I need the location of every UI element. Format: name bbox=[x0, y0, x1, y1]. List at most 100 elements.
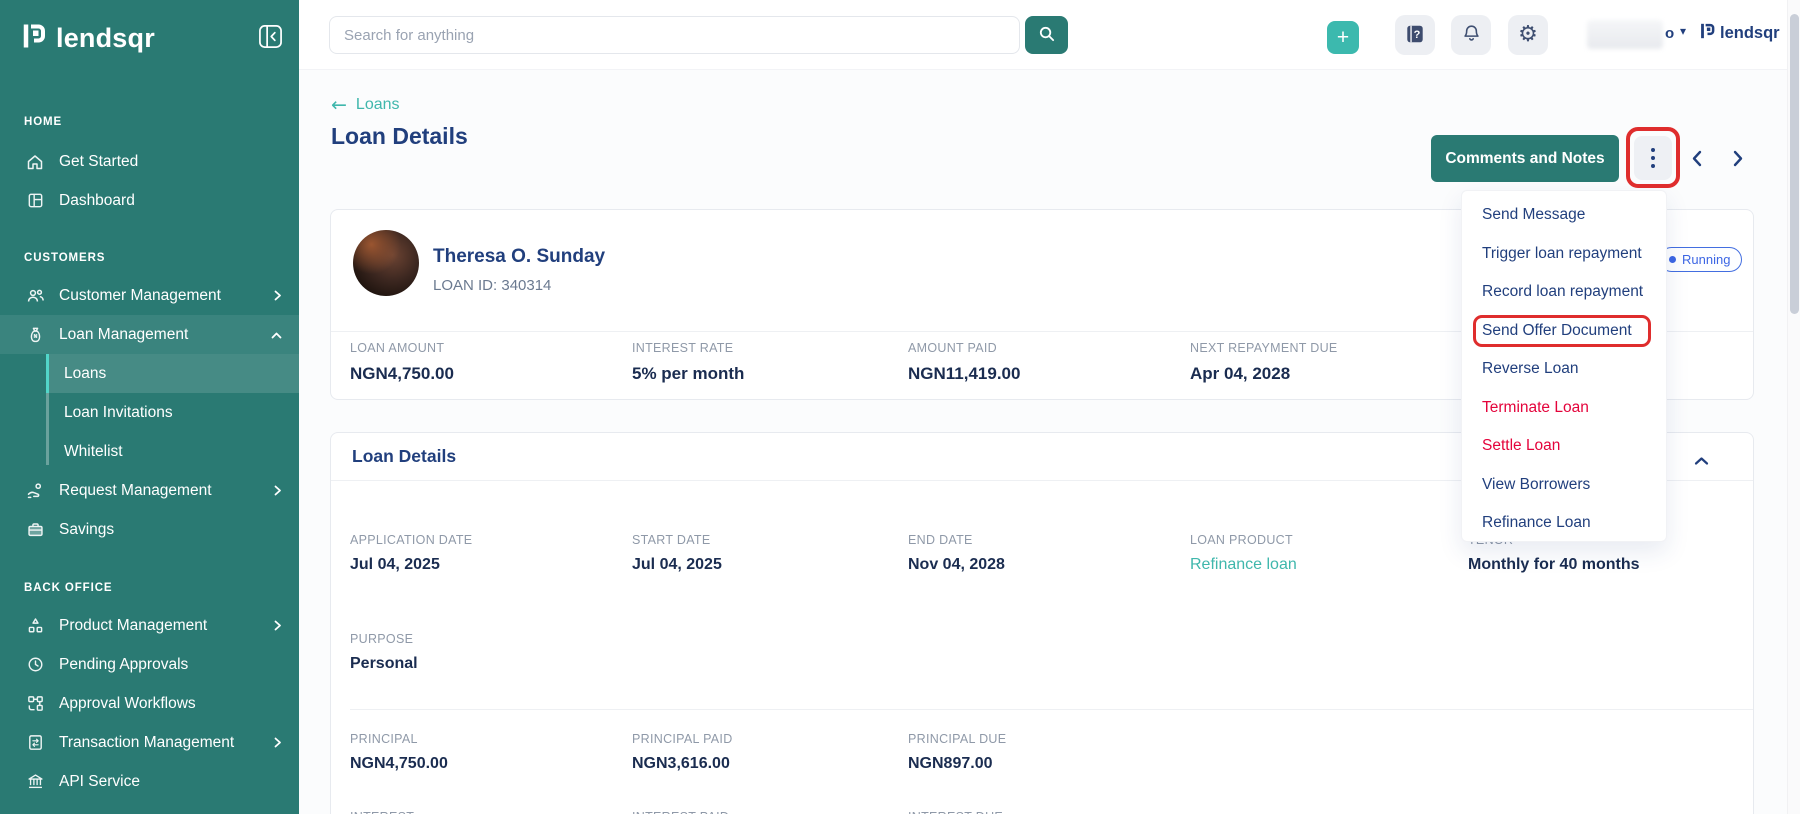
sidebar-collapse-icon[interactable] bbox=[258, 24, 283, 54]
sidebar-subitem-whitelist[interactable]: Whitelist bbox=[0, 432, 299, 471]
product-cluster-icon bbox=[24, 616, 46, 635]
vertical-scrollbar[interactable] bbox=[1787, 0, 1800, 814]
client-avatar bbox=[353, 230, 419, 296]
sidebar-item-loan-management[interactable]: Loan Management bbox=[0, 315, 299, 354]
breadcrumb-label: Loans bbox=[356, 96, 400, 114]
main-content: ← Loans Loan Details Comments and Notes … bbox=[299, 70, 1800, 814]
gear-icon: ⚙ bbox=[1518, 24, 1538, 46]
sidebar-item-label: Loan Management bbox=[59, 326, 188, 344]
user-menu-caret-icon[interactable]: ▾ bbox=[1680, 24, 1686, 38]
sidebar-item-pending-approvals[interactable]: Pending Approvals bbox=[0, 645, 299, 684]
scrollbar-thumb[interactable] bbox=[1790, 14, 1799, 314]
field-start-date: START DATE Jul 04, 2025 bbox=[632, 533, 908, 574]
status-dot-icon bbox=[1669, 256, 1676, 263]
search-button[interactable] bbox=[1025, 16, 1068, 54]
field-row: PURPOSE Personal bbox=[350, 632, 1753, 673]
menu-item-view-borrowers[interactable]: View Borrowers bbox=[1462, 466, 1666, 505]
stat-amount-paid: AMOUNT PAID NGN11,419.00 bbox=[908, 341, 1190, 384]
field-interest: INTEREST bbox=[350, 810, 632, 814]
loan-product-link[interactable]: Refinance loan bbox=[1190, 556, 1468, 574]
sidebar-item-label: Loan Invitations bbox=[64, 404, 173, 422]
transaction-doc-icon bbox=[24, 733, 46, 752]
sidebar-item-savings[interactable]: Savings bbox=[0, 510, 299, 549]
next-loan-chevron[interactable] bbox=[1730, 149, 1746, 173]
user-name-redacted[interactable] bbox=[1587, 20, 1663, 49]
chevron-right-icon bbox=[272, 619, 283, 637]
menu-item-send-offer-document[interactable]: Send Offer Document bbox=[1462, 312, 1666, 351]
dashboard-icon bbox=[24, 191, 46, 210]
sidebar-item-request-management[interactable]: Request Management bbox=[0, 471, 299, 510]
sidebar-item-label: Product Management bbox=[59, 617, 207, 635]
sidebar-item-label: Customer Management bbox=[59, 287, 221, 305]
breadcrumb[interactable]: ← Loans bbox=[331, 94, 400, 116]
loan-details-body: APPLICATION DATE Jul 04, 2025 START DATE… bbox=[331, 533, 1753, 814]
field-interest-due: INTEREST DUE bbox=[908, 810, 1190, 814]
field-row: PRINCIPAL NGN4,750.00 PRINCIPAL PAID NGN… bbox=[350, 732, 1753, 773]
field-purpose: PURPOSE Personal bbox=[350, 632, 632, 673]
help-docs-icon: ? bbox=[1404, 23, 1426, 48]
comments-and-notes-button[interactable]: Comments and Notes bbox=[1431, 135, 1619, 182]
sidebar-item-customer-management[interactable]: Customer Management bbox=[0, 276, 299, 315]
loan-stats-row: LOAN AMOUNT NGN4,750.00 INTEREST RATE 5%… bbox=[350, 341, 1468, 384]
loan-id: LOAN ID: 340314 bbox=[433, 277, 551, 294]
notifications-button[interactable] bbox=[1451, 15, 1491, 55]
sidebar-item-label: Transaction Management bbox=[59, 734, 234, 752]
sidebar-subitem-loans[interactable]: Loans bbox=[0, 354, 299, 393]
previous-loan-chevron[interactable] bbox=[1689, 149, 1705, 173]
section-collapse-chevron[interactable] bbox=[1694, 450, 1709, 471]
request-hand-icon bbox=[24, 481, 46, 501]
sidebar-item-product-management[interactable]: Product Management bbox=[0, 606, 299, 645]
menu-item-terminate-loan[interactable]: Terminate Loan bbox=[1462, 389, 1666, 428]
settings-button[interactable]: ⚙ bbox=[1508, 15, 1548, 55]
sidebar-item-label: Savings bbox=[59, 521, 114, 539]
menu-item-trigger-loan-repayment[interactable]: Trigger loan repayment bbox=[1462, 235, 1666, 274]
more-actions-kebab-button[interactable] bbox=[1634, 136, 1672, 180]
topbar-brand-label: lendsqr bbox=[1720, 24, 1780, 43]
menu-item-reverse-loan[interactable]: Reverse Loan bbox=[1462, 350, 1666, 389]
field-row: INTEREST INTEREST PAID INTEREST DUE bbox=[350, 810, 1753, 814]
sidebar-item-get-started[interactable]: Get Started bbox=[0, 142, 299, 181]
lendsqr-logo-icon bbox=[22, 22, 46, 55]
workflow-icon bbox=[24, 694, 46, 713]
svg-text:?: ? bbox=[1414, 29, 1421, 41]
sidebar-item-label: Whitelist bbox=[64, 443, 123, 461]
user-name-suffix: o bbox=[1665, 25, 1674, 42]
chevron-right-icon bbox=[272, 484, 283, 502]
loan-management-submenu: Loans Loan Invitations Whitelist bbox=[0, 354, 299, 471]
search-input[interactable] bbox=[329, 16, 1020, 54]
back-arrow-icon: ← bbox=[331, 94, 347, 116]
page-title: Loan Details bbox=[331, 123, 468, 150]
menu-item-send-message[interactable]: Send Message bbox=[1462, 196, 1666, 235]
status-badge: Running bbox=[1659, 247, 1742, 272]
clock-icon bbox=[24, 655, 46, 674]
nav-section-back-office: BACK OFFICE bbox=[0, 582, 299, 594]
sidebar-item-label: Approval Workflows bbox=[59, 695, 196, 713]
field-interest-paid: INTEREST PAID bbox=[632, 810, 908, 814]
field-principal: PRINCIPAL NGN4,750.00 bbox=[350, 732, 632, 773]
help-docs-button[interactable]: ? bbox=[1395, 15, 1435, 55]
lendsqr-logo-text: lendsqr bbox=[56, 23, 155, 54]
menu-item-record-loan-repayment[interactable]: Record loan repayment bbox=[1462, 273, 1666, 312]
menu-item-settle-loan[interactable]: Settle Loan bbox=[1462, 427, 1666, 466]
users-icon bbox=[24, 286, 46, 306]
field-loan-product: LOAN PRODUCT Refinance loan bbox=[1190, 533, 1468, 574]
briefcase-icon bbox=[24, 520, 46, 539]
nav-section-home: HOME bbox=[0, 116, 299, 128]
bell-icon bbox=[1461, 23, 1482, 47]
menu-item-refinance-loan[interactable]: Refinance Loan bbox=[1462, 504, 1666, 543]
sidebar-item-label: Dashboard bbox=[59, 192, 135, 210]
sidebar-item-approval-workflows[interactable]: Approval Workflows bbox=[0, 684, 299, 723]
quick-add-button[interactable]: + bbox=[1327, 21, 1359, 54]
field-principal-paid: PRINCIPAL PAID NGN3,616.00 bbox=[632, 732, 908, 773]
field-end-date: END DATE Nov 04, 2028 bbox=[908, 533, 1190, 574]
chevron-up-icon bbox=[270, 328, 283, 346]
bank-icon bbox=[24, 772, 46, 791]
status-label: Running bbox=[1682, 252, 1730, 267]
sidebar-item-dashboard[interactable]: Dashboard bbox=[0, 181, 299, 220]
sidebar-item-transaction-management[interactable]: Transaction Management bbox=[0, 723, 299, 762]
stat-loan-amount: LOAN AMOUNT NGN4,750.00 bbox=[350, 341, 632, 384]
app-window: lendsqr HOME Get Started Dashboard CUSTO… bbox=[0, 0, 1800, 814]
topbar: + ? ⚙ o ▾ lendsqr bbox=[299, 0, 1800, 70]
sidebar-item-api-service[interactable]: API Service bbox=[0, 762, 299, 801]
sidebar-subitem-loan-invitations[interactable]: Loan Invitations bbox=[0, 393, 299, 432]
